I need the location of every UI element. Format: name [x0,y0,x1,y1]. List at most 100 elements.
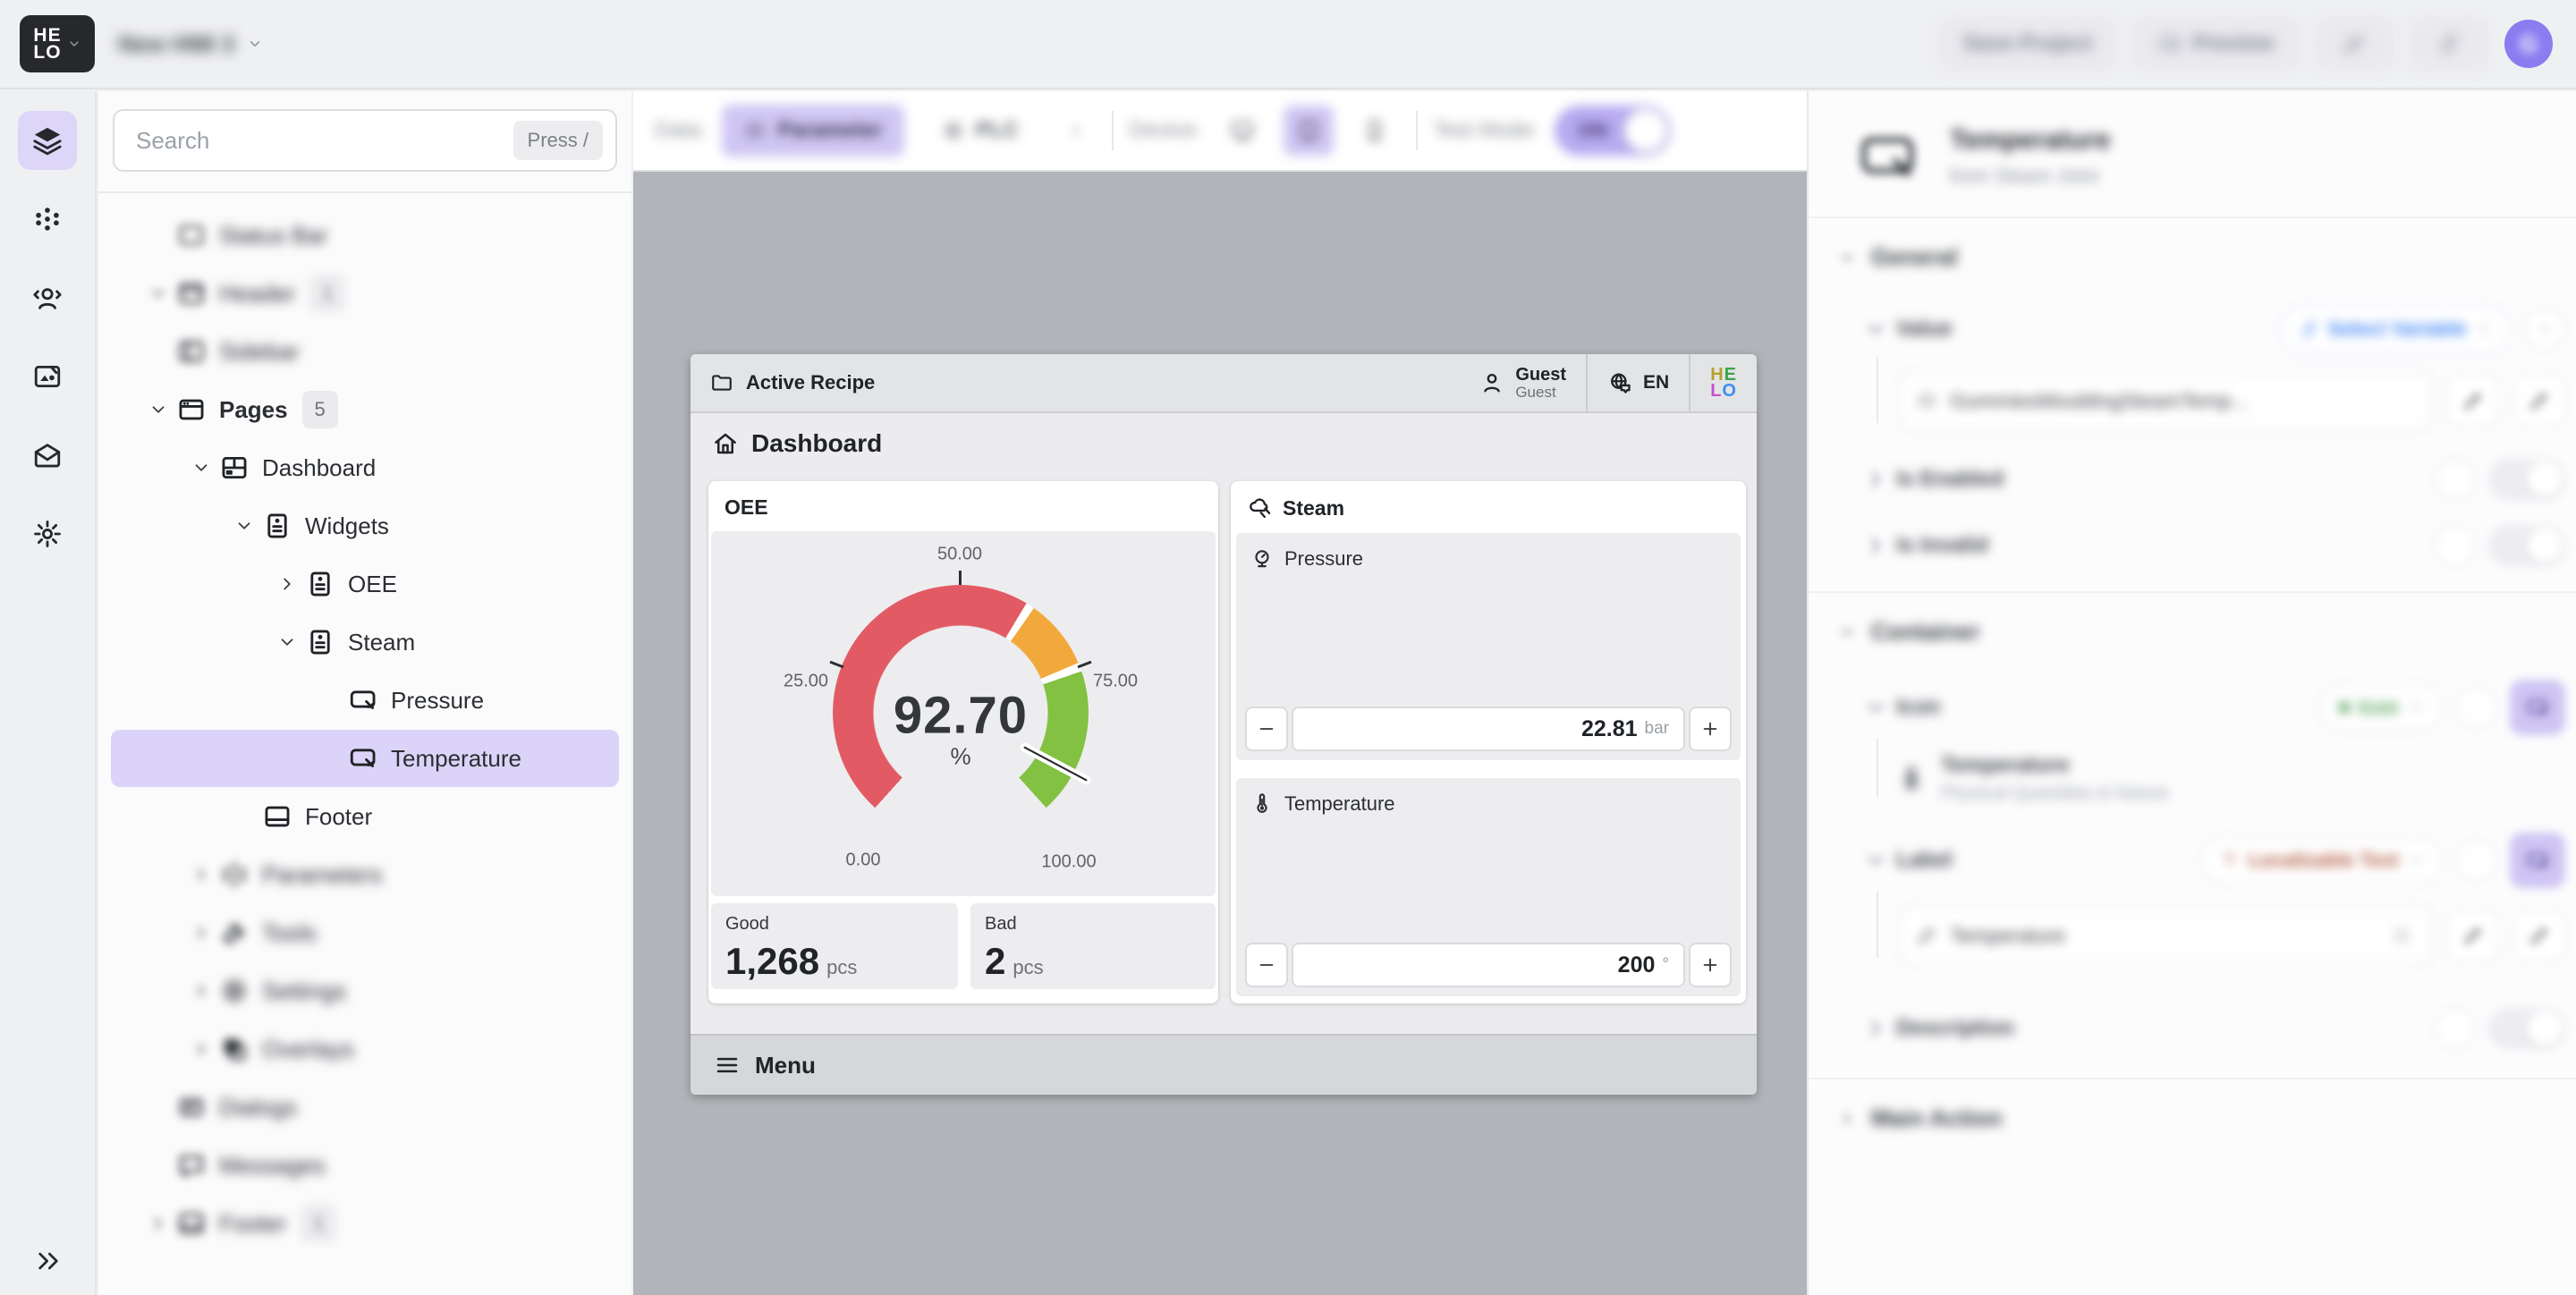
label-bind-button[interactable] [2510,833,2565,888]
section-main-action[interactable]: Main Action [1809,1079,2576,1154]
temperature-slot[interactable]: Temperature 200 ° [1236,778,1741,996]
steam-widget[interactable]: Steam Pressure 22.81 bar [1231,481,1746,1003]
pressure-decrement-button[interactable] [1245,707,1288,751]
is-invalid-label: Is Invalid [1896,533,1988,558]
device-desktop-button[interactable] [1217,106,1267,156]
tree-item-parameters[interactable]: Parameters [111,846,619,903]
tree-item-dashboard[interactable]: Dashboard [111,439,619,496]
chevron-down-icon[interactable] [140,392,176,427]
hmi-menu-bar[interactable]: Menu [691,1034,1757,1095]
rail-item-settings[interactable] [18,504,77,563]
tree-item-messages[interactable]: Messages [111,1137,619,1194]
chevron-down-icon[interactable] [269,624,305,660]
edit-label-button[interactable] [2447,910,2499,961]
app-logo-menu[interactable]: HELO [20,15,95,72]
section-general[interactable]: General [1809,218,2576,292]
edit-binding-button[interactable] [2513,375,2565,427]
tree-item-steam[interactable]: Steam [111,614,619,671]
chevron-down-icon[interactable] [183,450,219,486]
icon-options-button[interactable] [2456,687,2497,728]
tree-item-pressure[interactable]: Pressure [111,672,619,729]
label-type-pill[interactable]: Localizable Text [2200,836,2444,884]
temperature-input[interactable]: 200 ° [1292,943,1685,987]
data-plc-button[interactable]: PLC [920,105,1040,157]
undo-icon [2343,32,2366,55]
tree-item-dialogs[interactable]: Dialogs [111,1079,619,1136]
tree-item-header[interactable]: Header1 [111,265,619,322]
tree-item-temperature[interactable]: Temperature [111,730,619,787]
chevron-right-icon[interactable] [140,1206,176,1241]
chevron-right-icon[interactable] [183,973,219,1009]
tree-item-overlays[interactable]: Overlays [111,1020,619,1078]
data-parameter-button[interactable]: Parameter [722,105,903,157]
rail-item-layers[interactable] [18,111,77,170]
label-type-label: Localizable Text [2249,849,2399,872]
pressure-slot[interactable]: Pressure 22.81 bar [1236,533,1741,760]
chevron-down-icon[interactable] [140,275,176,311]
label-text-input[interactable]: Temperature [1898,906,2433,965]
description-options-button[interactable] [2435,1008,2476,1049]
tree-item-oee[interactable]: OEE [111,555,619,613]
clear-icon[interactable] [2388,922,2415,949]
hmi-preview-frame[interactable]: Active Recipe Guest Guest EN HE [691,354,1757,1095]
rail-item-users[interactable] [18,268,77,327]
redo-button[interactable] [2410,18,2488,70]
description-toggle[interactable] [2488,1008,2565,1049]
tree-item-footer[interactable]: Footer [111,788,619,845]
label-options-button[interactable] [2456,840,2497,881]
is-invalid-options-button[interactable] [2435,525,2476,566]
tree-item-sidebar[interactable]: Sidebar [111,323,619,380]
inspector-subtitle[interactable]: from Steam Joint [1950,165,2111,188]
rail-item-assets[interactable] [18,347,77,406]
expand-rail-button[interactable] [0,1247,97,1275]
pencil-icon [2462,389,2485,412]
tree-item-widgets[interactable]: Widgets [111,497,619,554]
tree-item-status-bar[interactable]: Status Bar [111,207,619,264]
data-source-more-button[interactable] [1056,111,1096,150]
pressure-increment-button[interactable] [1689,707,1732,751]
is-enabled-options-button[interactable] [2435,459,2476,500]
test-mode-toggle[interactable]: ON [1555,106,1671,156]
tree-item-settings[interactable]: Settings [111,962,619,1020]
device-tablet-button[interactable] [1284,106,1334,156]
is-invalid-row: Is Invalid [1809,512,2576,579]
edit-translations-button[interactable] [2513,910,2565,961]
oee-widget[interactable]: OEE 0.00 25.00 50.00 75.00 100.00 92.70 … [708,481,1218,1003]
select-variable-button[interactable]: Select Variable [2280,305,2512,353]
avatar[interactable]: G [2504,20,2553,68]
is-enabled-toggle[interactable] [2488,459,2565,500]
chevron-down-icon [67,37,81,51]
icon-item[interactable]: Temperature Physical Quantities & Nature [1898,753,2169,804]
value-options-button[interactable] [2524,309,2565,350]
hmi-user-button[interactable]: Guest Guest [1460,354,1586,411]
is-invalid-toggle[interactable] [2488,525,2565,566]
chevron-right-icon[interactable] [269,566,305,602]
search-box[interactable]: Press / [113,109,617,172]
tree-item-tools[interactable]: Tools [111,904,619,961]
good-count-box: Good 1,268pcs [711,903,958,989]
rail-item-messages[interactable] [18,426,77,485]
rail-item-variables[interactable] [18,190,77,249]
icon-type-pill[interactable]: Icon [2319,683,2444,732]
chevron-down-icon[interactable] [226,508,262,544]
pressure-input[interactable]: 22.81 bar [1292,707,1685,751]
temperature-decrement-button[interactable] [1245,943,1288,987]
save-project-button[interactable]: Save Project [1938,18,2117,70]
edit-variable-button[interactable] [2447,375,2499,427]
device-phone-button[interactable] [1350,106,1400,156]
pencil-icon [2528,389,2551,412]
temperature-increment-button[interactable] [1689,943,1732,987]
undo-button[interactable] [2315,18,2394,70]
section-container[interactable]: Container [1809,593,2576,667]
tree-item-pages[interactable]: Pages5 [111,381,619,438]
hmi-language-button[interactable]: EN [1586,354,1689,411]
chevron-right-icon[interactable] [183,915,219,951]
tree-item-footer[interactable]: Footer1 [111,1195,619,1252]
preview-button[interactable]: Preview [2133,18,2299,70]
project-name[interactable]: New HMI 3 [118,30,263,58]
chevron-right-icon[interactable] [183,1031,219,1067]
variable-chip[interactable]: GummiesMouldingSteamTemp... [1898,371,2433,430]
chevron-right-icon[interactable] [183,857,219,893]
search-input[interactable] [136,127,513,155]
icon-bind-button[interactable] [2510,680,2565,735]
